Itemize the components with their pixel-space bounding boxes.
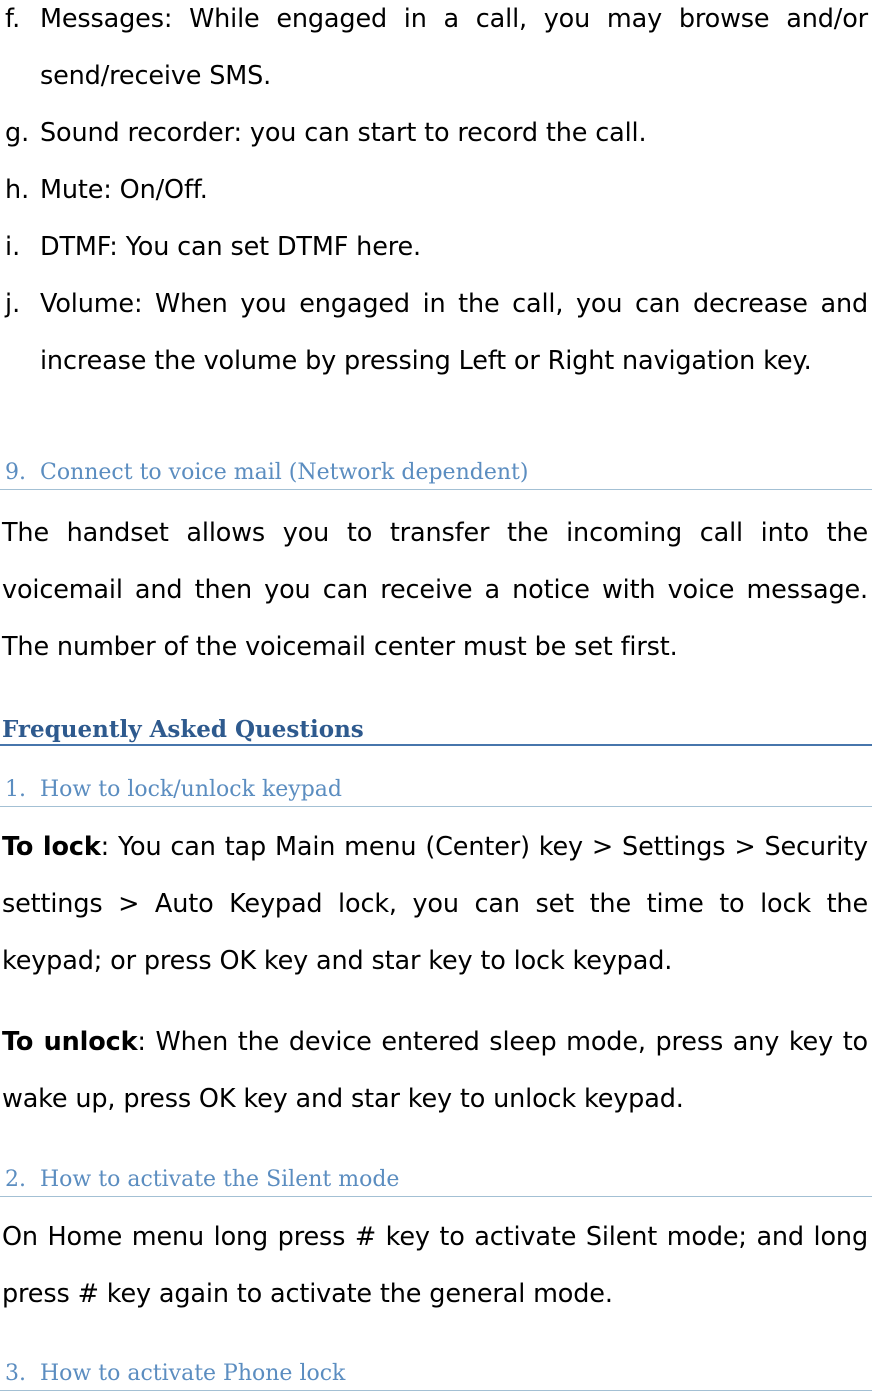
- heading-title: Connect to voice mail (Network dependent…: [40, 460, 529, 485]
- paragraph-text: To unlock: When the device entered sleep…: [2, 1014, 868, 1128]
- heading-title: How to activate Phone lock: [40, 1361, 346, 1386]
- to-unlock-label: To unlock: [2, 1027, 138, 1057]
- list-item: g. Sound recorder: you can start to reco…: [5, 105, 868, 162]
- heading-rule: [0, 1196, 872, 1197]
- heading-rule: [0, 806, 872, 807]
- to-lock-body: : You can tap Main menu (Center) key > S…: [2, 832, 868, 976]
- list-item-text: DTMF: You can set DTMF here.: [40, 232, 422, 262]
- list-item-marker: f.: [5, 4, 21, 34]
- document-page: f. Messages: While engaged in a call, yo…: [0, 0, 872, 1392]
- heading-faq-activate-phone-lock: 3. How to activate Phone lock: [0, 1357, 872, 1391]
- heading-faq-activate-silent-mode: 2. How to activate the Silent mode: [0, 1163, 872, 1197]
- paragraph-to-unlock: To unlock: When the device entered sleep…: [2, 1014, 868, 1128]
- paragraph-voicemail-body: The handset allows you to transfer the i…: [2, 505, 868, 676]
- heading-connect-voice-mail: 9. Connect to voice mail (Network depende…: [0, 456, 872, 490]
- list-item-marker: i.: [5, 232, 21, 262]
- section-heading-title: Frequently Asked Questions: [2, 716, 364, 743]
- heading-frequently-asked-questions: Frequently Asked Questions: [0, 714, 872, 746]
- heading-faq-lock-unlock-keypad: 1. How to lock/unlock keypad: [0, 773, 872, 807]
- to-lock-label: To lock: [2, 832, 101, 862]
- heading-title: How to activate the Silent mode: [40, 1167, 400, 1192]
- list-item: j. Volume: When you engaged in the call,…: [5, 276, 868, 390]
- list-item: f. Messages: While engaged in a call, yo…: [5, 0, 868, 105]
- section-heading-rule: [0, 744, 872, 746]
- paragraph-text: On Home menu long press # key to activat…: [2, 1222, 868, 1309]
- list-item: i. DTMF: You can set DTMF here.: [5, 219, 868, 276]
- list-item-marker: g.: [5, 118, 30, 148]
- heading-number: 2.: [5, 1167, 26, 1192]
- heading-rule: [0, 1390, 872, 1391]
- paragraph-silent-mode: On Home menu long press # key to activat…: [2, 1209, 868, 1323]
- heading-title: How to lock/unlock keypad: [40, 777, 343, 802]
- heading-number: 1.: [5, 777, 26, 802]
- list-item-text: Mute: On/Off.: [40, 175, 208, 205]
- paragraph-text: The handset allows you to transfer the i…: [2, 518, 868, 662]
- heading-number: 3.: [5, 1361, 26, 1386]
- heading-number: 9.: [5, 460, 26, 485]
- list-item-text: Messages: While engaged in a call, you m…: [40, 4, 868, 91]
- paragraph-text: To lock: You can tap Main menu (Center) …: [2, 819, 868, 990]
- list-item: h. Mute: On/Off.: [5, 162, 868, 219]
- list-item-text: Sound recorder: you can start to record …: [40, 118, 647, 148]
- heading-rule: [0, 489, 872, 490]
- list-item-marker: h.: [5, 175, 30, 205]
- paragraph-to-lock: To lock: You can tap Main menu (Center) …: [2, 819, 868, 990]
- list-item-marker: j.: [5, 289, 21, 319]
- list-item-text: Volume: When you engaged in the call, yo…: [40, 289, 868, 376]
